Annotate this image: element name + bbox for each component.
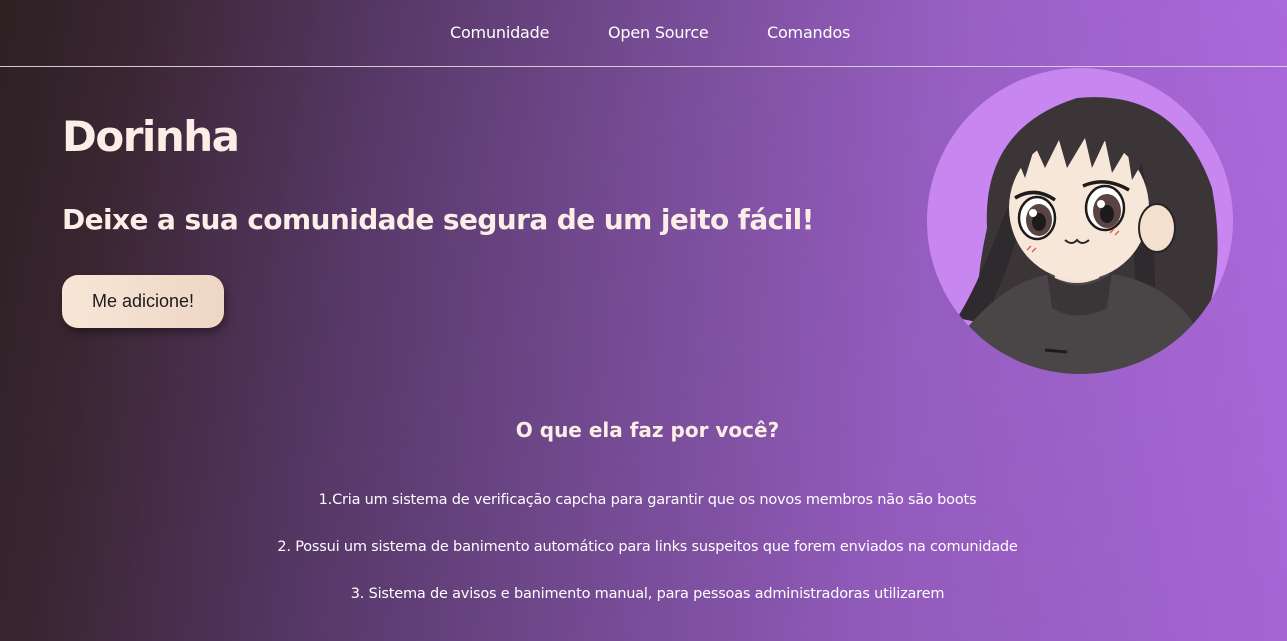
feature-item: 2. Possui um sistema de banimento automá… bbox=[277, 539, 1018, 555]
features-section-title: O que ela faz por você? bbox=[515, 418, 780, 442]
hero-tagline: Deixe a sua comunidade segura de um jeit… bbox=[62, 203, 814, 236]
bot-avatar bbox=[927, 68, 1233, 374]
nav-link-comunidade[interactable]: Comunidade bbox=[450, 23, 549, 42]
top-navbar: Comunidade Open Source Comandos bbox=[0, 0, 1287, 67]
add-bot-button[interactable]: Me adicione! bbox=[62, 275, 224, 328]
brand-title: Dorinha bbox=[62, 112, 240, 161]
anime-girl-avatar-icon bbox=[957, 97, 1218, 374]
nav-link-comandos[interactable]: Comandos bbox=[767, 23, 850, 42]
nav-link-open-source[interactable]: Open Source bbox=[608, 23, 709, 42]
feature-item: 3. Sistema de avisos e banimento manual,… bbox=[350, 586, 945, 602]
feature-item: 1.Cria um sistema de verificação capcha … bbox=[318, 492, 977, 508]
